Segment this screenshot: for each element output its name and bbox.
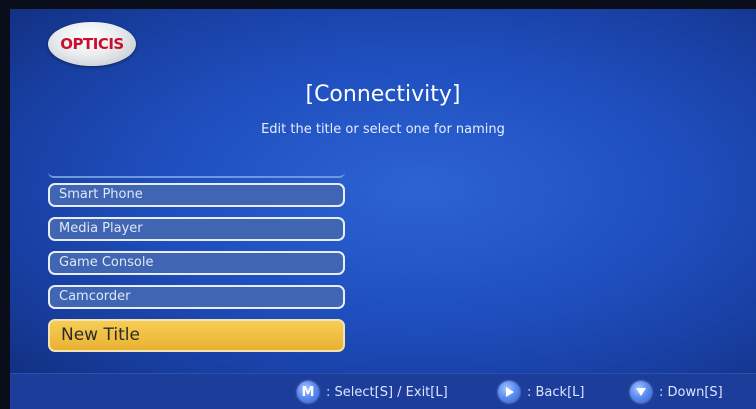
hint-select-exit-label: : Select[S] / Exit[L] [326, 384, 448, 400]
page-title: [Connectivity] [305, 82, 461, 107]
list-scroll-edge [48, 170, 345, 178]
down-arrow-icon [630, 381, 652, 403]
hint-down-label: : Down[S] [659, 384, 723, 400]
logo-text: OPTICIS [60, 35, 124, 53]
hint-down[interactable]: : Down[S] [630, 381, 723, 403]
opticis-logo: OPTICIS [48, 22, 136, 66]
list-item-new-title[interactable]: New Title [48, 319, 345, 352]
right-arrow-icon [498, 381, 520, 403]
list-item-camcorder[interactable]: Camcorder [48, 285, 345, 309]
osd-screen: OPTICIS [Connectivity] Edit the title or… [10, 9, 756, 409]
hint-back[interactable]: : Back[L] [498, 381, 584, 403]
list-item-smart-phone[interactable]: Smart Phone [48, 183, 345, 207]
hint-select-exit[interactable]: M : Select[S] / Exit[L] [297, 381, 448, 403]
list-item-game-console[interactable]: Game Console [48, 251, 345, 275]
hint-bar: M : Select[S] / Exit[L] : Back[L] : Down… [10, 373, 756, 409]
m-button-icon: M [297, 381, 319, 403]
page-subtitle: Edit the title or select one for naming [261, 122, 505, 137]
title-list: Smart Phone Media Player Game Console Ca… [48, 183, 345, 362]
list-item-media-player[interactable]: Media Player [48, 217, 345, 241]
hint-back-label: : Back[L] [527, 384, 585, 400]
